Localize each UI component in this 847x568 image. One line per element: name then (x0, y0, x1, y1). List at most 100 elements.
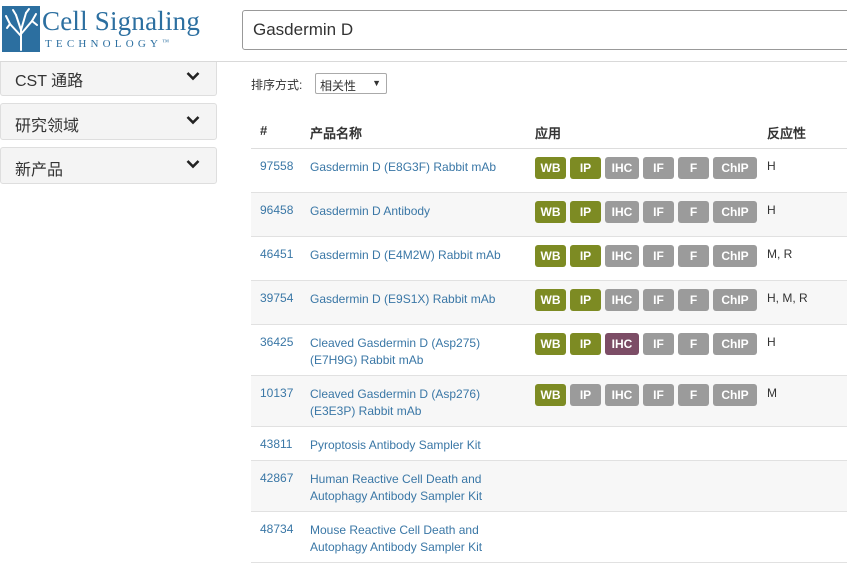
sidebar-item-label: CST 通路 (15, 73, 84, 90)
cst-logo[interactable]: Cell Signaling TECHNOLOGY™ (2, 4, 201, 56)
app-badge-ihc: IHC (605, 245, 639, 267)
app-badge-ip: IP (570, 245, 601, 267)
product-name-link[interactable]: Gasdermin D (E9S1X) Rabbit mAb (310, 291, 525, 308)
app-badge-if: IF (643, 245, 674, 267)
sidebar: CST 通路 研究领域 新产品 (0, 62, 217, 191)
table-row: 10137 Cleaved Gasdermin D (Asp276) (E3E3P… (251, 376, 847, 427)
sidebar-item-label: 新产品 (15, 162, 64, 179)
app-badge-chip: ChIP (713, 384, 757, 406)
search-box[interactable] (242, 10, 847, 50)
app-badge-f: F (678, 157, 709, 179)
application-badges: WB IP IHC IF F ChIP (535, 157, 757, 179)
product-name-link[interactable]: Mouse Reactive Cell Death and Autophagy … (310, 522, 525, 556)
app-badge-f: F (678, 201, 709, 223)
app-badge-chip: ChIP (713, 289, 757, 311)
app-badge-if: IF (643, 384, 674, 406)
product-name-link[interactable]: Gasdermin D Antibody (310, 203, 525, 220)
app-badge-f: F (678, 289, 709, 311)
sort-label: 排序方式: (251, 78, 303, 92)
app-badge-if: IF (643, 289, 674, 311)
app-badge-if: IF (643, 157, 674, 179)
brand-subname: TECHNOLOGY™ (45, 38, 170, 50)
chevron-down-icon (186, 72, 200, 81)
product-name-link[interactable]: Pyroptosis Antibody Sampler Kit (310, 437, 525, 454)
app-badge-wb: WB (535, 333, 566, 355)
product-name-link[interactable]: Cleaved Gasdermin D (Asp276) (E3E3P) Rab… (310, 386, 525, 420)
table-row: 96458 Gasdermin D Antibody WB IP IHC IF F ChIP H (251, 193, 847, 237)
sort-select[interactable]: 相关性 ▼ (315, 73, 387, 94)
sidebar-item-research-areas[interactable]: 研究领域 (0, 103, 217, 140)
product-name-link[interactable]: Gasdermin D (E8G3F) Rabbit mAb (310, 159, 525, 176)
app-badge-if: IF (643, 333, 674, 355)
chevron-down-icon (186, 160, 200, 169)
header-apps: 应用 (535, 126, 562, 141)
product-number-link[interactable]: 42867 (260, 471, 293, 485)
table-body: 97558 Gasdermin D (E8G3F) Rabbit mAb WB IP I… (251, 149, 847, 563)
app-badge-wb: WB (535, 289, 566, 311)
product-name-link[interactable]: Cleaved Gasdermin D (Asp275) (E7H9G) Rab… (310, 335, 525, 369)
table-row: 43811 Pyroptosis Antibody Sampler Kit (251, 427, 847, 461)
sort-selected-value: 相关性 (320, 79, 357, 93)
app-badge-ip: IP (570, 157, 601, 179)
app-badge-chip: ChIP (713, 245, 757, 267)
product-number-link[interactable]: 97558 (260, 159, 293, 173)
chevron-down-icon (186, 116, 200, 125)
search-input[interactable] (243, 11, 847, 49)
app-badge-wb: WB (535, 157, 566, 179)
header-reactivity: 反应性 (767, 126, 807, 141)
app-badge-chip: ChIP (713, 157, 757, 179)
app-badge-f: F (678, 245, 709, 267)
brand-name: Cell Signaling (42, 6, 201, 36)
product-number-link[interactable]: 39754 (260, 291, 293, 305)
header-num: # (260, 123, 268, 138)
dropdown-arrow-icon: ▼ (372, 78, 381, 88)
application-badges: WB IP IHC IF F ChIP (535, 245, 757, 267)
reactivity-value: H (767, 159, 776, 173)
app-badge-ihc: IHC (605, 157, 639, 179)
product-name-link[interactable]: Human Reactive Cell Death and Autophagy … (310, 471, 525, 505)
reactivity-value: M (767, 386, 777, 400)
app-badge-f: F (678, 384, 709, 406)
app-badge-ip: IP (570, 384, 601, 406)
app-badge-ip: IP (570, 201, 601, 223)
product-number-link[interactable]: 36425 (260, 335, 293, 349)
table-row: 97558 Gasdermin D (E8G3F) Rabbit mAb WB IP I… (251, 149, 847, 193)
application-badges: WB IP IHC IF F ChIP (535, 289, 757, 311)
product-number-link[interactable]: 96458 (260, 203, 293, 217)
app-badge-ip: IP (570, 333, 601, 355)
tree-logo-icon (2, 6, 40, 52)
app-badge-wb: WB (535, 201, 566, 223)
app-badge-chip: ChIP (713, 333, 757, 355)
reactivity-value: H (767, 335, 776, 349)
application-badges: WB IP IHC IF F ChIP (535, 384, 757, 406)
application-badges: WB IP IHC IF F ChIP (535, 333, 757, 355)
product-number-link[interactable]: 43811 (260, 437, 292, 451)
site-header: Cell Signaling TECHNOLOGY™ (0, 0, 847, 62)
sidebar-item-label: 研究领域 (15, 118, 80, 135)
app-badge-ihc: IHC (605, 289, 639, 311)
application-badges: WB IP IHC IF F ChIP (535, 201, 757, 223)
sidebar-item-new-products[interactable]: 新产品 (0, 147, 217, 184)
reactivity-value: H (767, 203, 776, 217)
app-badge-ihc: IHC (605, 201, 639, 223)
table-row: 39754 Gasdermin D (E9S1X) Rabbit mAb WB IP I… (251, 281, 847, 325)
app-badge-ip: IP (570, 289, 601, 311)
product-number-link[interactable]: 10137 (260, 386, 293, 400)
sidebar-item-cst-pathways[interactable]: CST 通路 (0, 62, 217, 96)
app-badge-if: IF (643, 201, 674, 223)
app-badge-ihc: IHC (605, 384, 639, 406)
app-badge-f: F (678, 333, 709, 355)
product-table: # 产品名称 应用 反应性 97558 Gasdermin D (E8G3F) R… (251, 112, 847, 563)
table-row: 48734 Mouse Reactive Cell Death and Autop… (251, 512, 847, 563)
product-number-link[interactable]: 48734 (260, 522, 293, 536)
table-header: # 产品名称 应用 反应性 (251, 112, 847, 149)
table-row: 36425 Cleaved Gasdermin D (Asp275) (E7H9G… (251, 325, 847, 376)
reactivity-value: M, R (767, 247, 793, 261)
app-badge-ihc: IHC (605, 333, 639, 355)
table-row: 46451 Gasdermin D (E4M2W) Rabbit mAb WB IP I… (251, 237, 847, 281)
product-name-link[interactable]: Gasdermin D (E4M2W) Rabbit mAb (310, 247, 525, 264)
header-name: 产品名称 (310, 126, 363, 141)
product-number-link[interactable]: 46451 (260, 247, 293, 261)
app-badge-chip: ChIP (713, 201, 757, 223)
table-row: 42867 Human Reactive Cell Death and Autop… (251, 461, 847, 512)
